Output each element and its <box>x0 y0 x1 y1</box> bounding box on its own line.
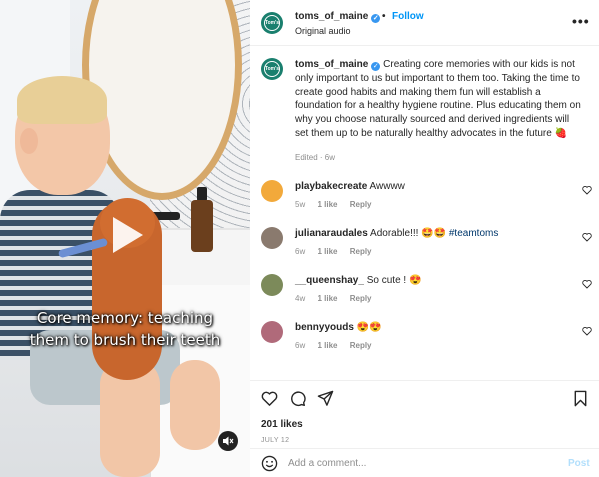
commenter-username[interactable]: playbakecreate <box>295 181 367 192</box>
comment-age: 4w <box>295 294 306 303</box>
separator-dot: • <box>382 11 386 22</box>
caption-meta: Edited · 6w <box>295 153 336 162</box>
play-icon[interactable] <box>103 213 147 257</box>
comment-likes[interactable]: 1 like <box>317 200 337 209</box>
post-header: Tom's toms_of_maine ✓ • Follow Original a… <box>250 0 599 46</box>
mute-icon <box>223 436 234 446</box>
more-options-icon[interactable]: ••• <box>572 13 590 29</box>
comment-likes[interactable]: 1 like <box>317 247 337 256</box>
heart-icon[interactable] <box>261 390 278 407</box>
heart-icon[interactable] <box>582 232 592 242</box>
video-caption-line-2: them to brush their teeth <box>29 331 221 349</box>
author-avatar[interactable]: Tom's <box>261 12 283 34</box>
caption-author-avatar[interactable]: Tom's <box>261 58 283 80</box>
commenter-username[interactable]: julianaraudales <box>295 228 368 239</box>
comment-age: 6w <box>295 247 306 256</box>
bookmark-icon[interactable] <box>572 390 589 407</box>
likes-count[interactable]: 201 likes <box>261 419 303 430</box>
audio-label[interactable]: Original audio <box>295 26 351 36</box>
reply-button[interactable]: Reply <box>350 200 372 209</box>
share-icon[interactable] <box>317 390 334 407</box>
comment-input[interactable] <box>288 455 548 472</box>
heart-icon[interactable] <box>582 185 592 195</box>
author-username[interactable]: toms_of_maine ✓ <box>295 11 381 23</box>
verified-icon: ✓ <box>371 14 381 23</box>
video-bottle-cap <box>197 187 207 201</box>
comment-hashtag[interactable]: #teamtoms <box>449 228 498 239</box>
commenter-avatar[interactable] <box>261 274 283 296</box>
reply-button[interactable]: Reply <box>350 341 372 350</box>
commenter-avatar[interactable] <box>261 321 283 343</box>
mute-button[interactable] <box>218 431 238 451</box>
commenter-username[interactable]: __queenshay_ <box>295 275 364 286</box>
caption-username[interactable]: toms_of_maine <box>295 59 368 70</box>
comment-text: Awwww <box>369 181 405 192</box>
comment-item: bennyyouds 😍😍 6w 1 like Reply <box>250 321 599 367</box>
video-bottle <box>191 200 213 252</box>
emoji-icon[interactable] <box>261 455 278 472</box>
author-username-text[interactable]: toms_of_maine <box>295 11 368 22</box>
post-details-panel: Tom's toms_of_maine ✓ • Follow Original a… <box>250 0 599 477</box>
comment-body: julianaraudales Adorable!!! 🤩🤩 #teamtoms <box>295 228 498 239</box>
reply-button[interactable]: Reply <box>350 294 372 303</box>
comment-item: __queenshay_ So cute ! 😍 4w 1 like Reply <box>250 274 599 320</box>
post-caption: toms_of_maine ✓ Creating core memories wi… <box>295 58 585 141</box>
comment-meta: 6w 1 like Reply <box>295 247 382 256</box>
brand-logo: Tom's <box>264 61 280 77</box>
commenter-avatar[interactable] <box>261 227 283 249</box>
comment-likes[interactable]: 1 like <box>317 341 337 350</box>
comment-meta: 4w 1 like Reply <box>295 294 382 303</box>
comment-composer: Post <box>250 448 599 477</box>
verified-icon: ✓ <box>371 62 381 71</box>
comment-body: bennyyouds 😍😍 <box>295 322 382 333</box>
comment-text: 😍😍 <box>356 322 382 333</box>
heart-icon[interactable] <box>582 279 592 289</box>
follow-button[interactable]: Follow <box>392 11 424 22</box>
post-actions: 201 likes JULY 12 <box>250 380 599 446</box>
video-caption-line-1: Core memory: teaching <box>36 309 214 327</box>
comment-text: So cute ! 😍 <box>366 275 422 286</box>
video-child-hair <box>17 76 107 124</box>
comment-age: 6w <box>295 341 306 350</box>
comment-age: 5w <box>295 200 306 209</box>
video-child-leg-2 <box>170 360 220 450</box>
comment-body: playbakecreate Awwww <box>295 181 405 192</box>
comment-meta: 5w 1 like Reply <box>295 200 382 209</box>
comment-meta: 6w 1 like Reply <box>295 341 382 350</box>
comment-body: __queenshay_ So cute ! 😍 <box>295 275 421 286</box>
post-date: JULY 12 <box>261 437 290 444</box>
commenter-avatar[interactable] <box>261 180 283 202</box>
brand-logo: Tom's <box>264 15 280 31</box>
post-comment-button[interactable]: Post <box>568 458 590 469</box>
comments-scroll-area[interactable]: Tom's toms_of_maine ✓ Creating core memor… <box>250 46 599 380</box>
comment-text: Adorable!!! 🤩🤩 <box>370 228 447 239</box>
post-video[interactable]: Core memory: teaching them to brush thei… <box>0 0 250 477</box>
reply-button[interactable]: Reply <box>350 247 372 256</box>
heart-icon[interactable] <box>582 326 592 336</box>
comment-likes[interactable]: 1 like <box>317 294 337 303</box>
comment-item: julianaraudales Adorable!!! 🤩🤩 #teamtoms… <box>250 227 599 273</box>
comment-icon[interactable] <box>289 390 306 407</box>
caption-text: Creating core memories with our kids is … <box>295 59 581 139</box>
video-child-ear <box>20 128 38 154</box>
commenter-username[interactable]: bennyyouds <box>295 322 354 333</box>
comment-item: playbakecreate Awwww 5w 1 like Reply <box>250 180 599 226</box>
